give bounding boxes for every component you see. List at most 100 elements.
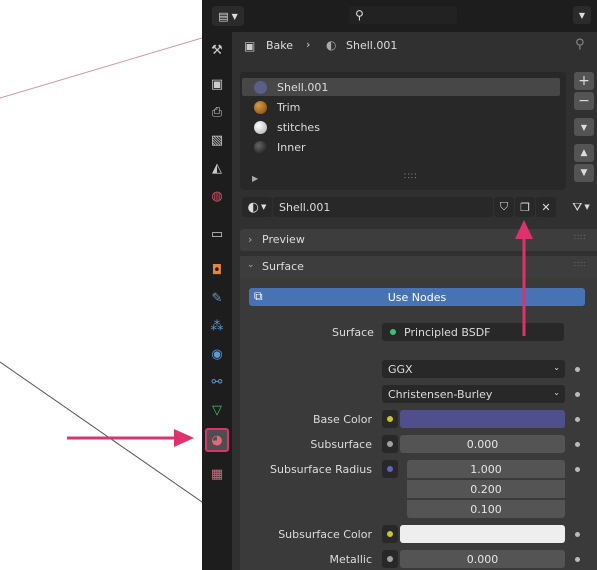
properties-editor: ▤ ▼ ⚲ ▼ ⚒ ▣ ⎙ ▧ ◭ ◍ ▭ ◘ ✎ ⁂ ◉ ⚯ ▽ ◕ ▦ ▣ … (202, 0, 597, 570)
tab-particles[interactable]: ⁂ (207, 316, 227, 336)
world-icon: ◍ (211, 188, 223, 204)
remove-slot-button[interactable]: − (574, 92, 594, 110)
chevron-right-icon: › (306, 38, 311, 51)
subsurface-radius-label: Subsurface Radius (270, 463, 372, 476)
tab-tool[interactable]: ⚒ (207, 40, 227, 60)
tab-world[interactable]: ◍ (207, 186, 227, 206)
subsurface-radius-link-button[interactable] (382, 460, 398, 478)
viewport-edges (0, 37, 202, 503)
particles-icon: ⁂ (210, 318, 224, 334)
drag-grip-icon[interactable]: ∷∷ (574, 260, 586, 269)
subsurface-link-button[interactable] (382, 435, 398, 453)
breadcrumb-object: Bake (266, 39, 294, 52)
subsurface-radius-y-field[interactable]: 0.200 (407, 480, 565, 498)
chevron-down-icon: ▼ (584, 203, 590, 211)
slot-name: Shell.001 (277, 80, 329, 94)
surface-panel-header[interactable]: ⌄ Surface ∷∷ (240, 256, 597, 278)
breadcrumb-material: Shell.001 (346, 39, 398, 52)
distribution-dropdown[interactable]: GGX ⌄ (382, 360, 565, 378)
list-item[interactable]: Trim (248, 98, 560, 116)
unlink-material-button[interactable]: ✕ (536, 197, 556, 217)
subsurface-radius-z-field[interactable]: 0.100 (407, 500, 565, 518)
move-slot-up-button[interactable]: ▲ (574, 144, 594, 162)
material-name-field[interactable]: Shell.001 (273, 197, 493, 217)
list-item[interactable]: Shell.001 (248, 78, 560, 96)
slot-specials-button[interactable]: ▼ (574, 118, 594, 136)
printer-icon: ⎙ (211, 104, 223, 120)
list-resize-grip-icon[interactable]: ∷∷ (404, 172, 417, 182)
physics-icon: ◉ (211, 346, 223, 362)
material-slot-list: Shell.001 Trim stitches Inner ▶ ∷∷ (240, 72, 566, 190)
panel-title: Surface (262, 260, 304, 273)
material-preview-icon (254, 100, 267, 114)
editor-type-button[interactable]: ▤ ▼ (212, 6, 244, 26)
tab-output[interactable]: ⎙ (207, 102, 227, 122)
3d-viewport[interactable] (0, 0, 202, 570)
socket-dot-icon (575, 442, 580, 447)
tab-view-layer[interactable]: ▧ (207, 130, 227, 150)
preview-panel-header[interactable]: › Preview ∷∷ (240, 229, 597, 251)
node-tree-icon: ⛛ (572, 199, 583, 214)
triangle-up-icon: ▲ (580, 148, 588, 158)
socket-dot-icon (575, 467, 580, 472)
tab-modifiers[interactable]: ✎ (207, 288, 227, 308)
breadcrumb: ▣ Bake › ◐ Shell.001 ⚲ (232, 32, 597, 60)
material-sphere-icon: ◕ (211, 432, 223, 448)
chevron-down-icon: ▼ (578, 10, 586, 20)
subsurface-method-dropdown[interactable]: Christensen-Burley ⌄ (382, 385, 565, 403)
properties-editor-icon: ▤ (218, 9, 229, 23)
list-item[interactable]: stitches (248, 118, 560, 136)
duplicate-icon: ❐ (520, 200, 530, 214)
options-dropdown-button[interactable]: ▼ (573, 6, 591, 24)
metallic-label: Metallic (329, 553, 372, 566)
shield-icon: ⛉ (499, 200, 509, 213)
surface-shader-field[interactable]: Principled BSDF (382, 323, 564, 341)
use-nodes-button[interactable]: ⧉ Use Nodes (249, 288, 585, 306)
shader-socket-icon (390, 329, 396, 335)
pin-icon[interactable]: ⚲ (575, 37, 585, 52)
socket-dot-icon (575, 392, 580, 397)
tab-physics[interactable]: ◉ (207, 344, 227, 364)
constraint-icon: ⚯ (211, 374, 223, 390)
base-color-label: Base Color (312, 413, 372, 426)
base-color-swatch[interactable] (400, 410, 565, 428)
surface-label: Surface (332, 326, 374, 339)
object-icon: ◘ (211, 262, 223, 278)
tab-material[interactable]: ◕ (205, 428, 229, 452)
search-input[interactable]: ⚲ (349, 6, 457, 24)
duplicate-material-button[interactable]: ❐ (515, 197, 535, 217)
tab-data[interactable]: ▽ (207, 400, 227, 420)
color-socket-icon (387, 531, 393, 537)
move-slot-down-button[interactable]: ▼ (574, 164, 594, 182)
browse-material-button[interactable]: ◐ ▼ (242, 197, 272, 217)
tab-constraints[interactable]: ⚯ (207, 372, 227, 392)
chevron-down-icon: ⌄ (553, 363, 560, 372)
tab-render[interactable]: ▣ (207, 74, 227, 94)
tab-scene[interactable]: ◭ (207, 158, 227, 178)
base-color-link-button[interactable] (382, 410, 398, 428)
subsurface-color-swatch[interactable] (400, 525, 565, 543)
expand-filter-icon[interactable]: ▶ (252, 174, 258, 183)
close-icon: ✕ (541, 200, 551, 214)
list-item[interactable]: Inner (248, 138, 560, 156)
material-icon: ◐ (326, 38, 337, 52)
subsurface-radius-x-field[interactable]: 1.000 (407, 460, 565, 478)
tab-object[interactable]: ◘ (207, 260, 227, 280)
properties-tab-bar: ⚒ ▣ ⎙ ▧ ◭ ◍ ▭ ◘ ✎ ⁂ ◉ ⚯ ▽ ◕ ▦ (202, 32, 232, 570)
value-socket-icon (387, 441, 393, 447)
fake-user-button[interactable]: ⛉ (494, 197, 514, 217)
mesh-data-icon: ▽ (212, 402, 222, 418)
metallic-link-button[interactable] (382, 550, 398, 568)
subsurface-slider[interactable]: 0.000 (400, 435, 565, 453)
link-type-button[interactable]: ⛛ ▼ (566, 197, 596, 217)
metallic-slider[interactable]: 0.000 (400, 550, 565, 568)
node-tree-icon: ⧉ (254, 289, 263, 303)
wrench-icon: ✎ (211, 290, 223, 306)
drag-grip-icon[interactable]: ∷∷ (574, 233, 586, 242)
properties-content: ▣ Bake › ◐ Shell.001 ⚲ Shell.001 Trim st… (232, 32, 597, 570)
add-slot-button[interactable]: + (574, 72, 594, 90)
tab-collection[interactable]: ▭ (207, 224, 227, 244)
tab-texture[interactable]: ▦ (207, 464, 227, 484)
subsurface-color-link-button[interactable] (382, 525, 398, 543)
chevron-down-icon: ⌄ (247, 260, 255, 270)
